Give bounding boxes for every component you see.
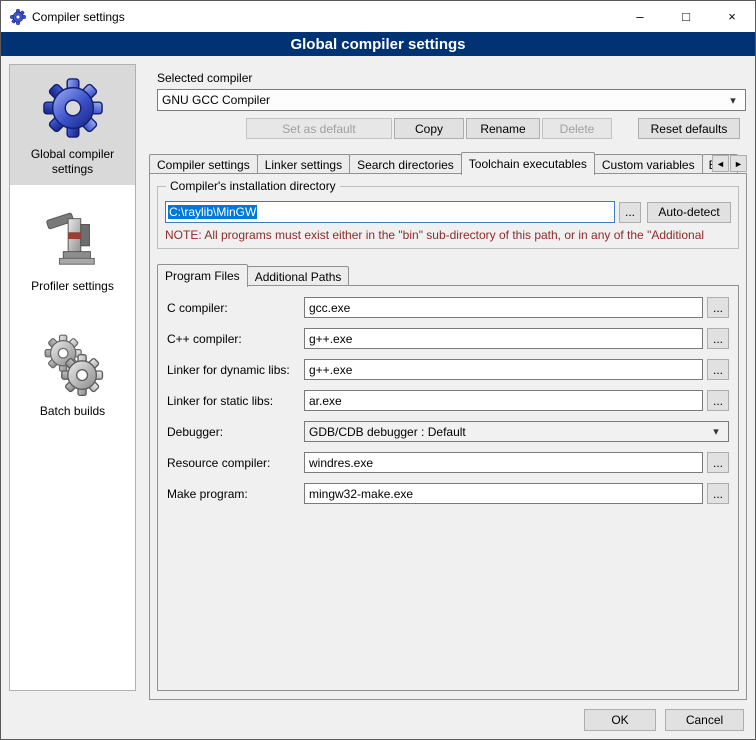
app-gear-icon [10,9,26,25]
debugger-select-value: GDB/CDB debugger : Default [309,425,466,439]
chevron-down-icon: ▾ [725,94,741,107]
cancel-button[interactable]: Cancel [665,709,744,731]
sidebar-item-label: Batch builds [12,404,133,419]
selected-compiler-label: Selected compiler [157,71,747,85]
sidebar-item-label: Global compiler settings [12,147,133,177]
sidebar-item-batch-builds[interactable]: Batch builds [10,322,135,427]
page-title: Global compiler settings [1,32,755,56]
program-files-panel: C compiler: ... C++ compiler: ... Linker… [157,285,739,691]
form-row: Linker for dynamic libs: ... [167,359,729,380]
window-controls: – □ × [617,1,755,32]
subtab-program-files[interactable]: Program Files [157,264,248,287]
installation-directory-input[interactable]: C:\raylib\MinGW [165,201,615,223]
installation-directory-row: C:\raylib\MinGW ... Auto-detect [165,201,731,223]
bin-subdirectory-note: NOTE: All programs must exist either in … [165,228,731,242]
c-compiler-browse-button[interactable]: ... [707,297,729,318]
dynamic-linker-browse-button[interactable]: ... [707,359,729,380]
tab-scroll-buttons: ◄ ► [711,155,747,172]
form-row: Linker for static libs: ... [167,390,729,411]
tab-toolchain-executables[interactable]: Toolchain executables [461,152,595,175]
form-row: Make program: ... [167,483,729,504]
tab-custom-variables[interactable]: Custom variables [594,154,703,174]
set-as-default-button[interactable]: Set as default [246,118,392,139]
sidebar-item-profiler-settings[interactable]: Profiler settings [10,197,135,302]
sidebar-item-global-compiler-settings[interactable]: Global compiler settings [10,65,135,185]
maximize-button[interactable]: □ [663,1,709,32]
sidebar-item-label: Profiler settings [12,279,133,294]
dynamic-linker-input[interactable] [304,359,703,380]
make-program-input[interactable] [304,483,703,504]
dynamic-linker-label: Linker for dynamic libs: [167,363,304,377]
installation-directory-group-title: Compiler's installation directory [166,179,340,193]
compiler-select[interactable]: GNU GCC Compiler ▾ [157,89,746,111]
cpp-compiler-label: C++ compiler: [167,332,304,346]
chevron-down-icon: ▾ [708,425,724,438]
blue-gear-icon [42,77,104,139]
resource-compiler-input[interactable] [304,452,703,473]
minimize-button[interactable]: – [617,1,663,32]
make-program-label: Make program: [167,487,304,501]
form-row: C++ compiler: ... [167,328,729,349]
settings-tabstrip: Compiler settings Linker settings Search… [149,151,747,174]
form-row: Debugger: GDB/CDB debugger : Default ▾ [167,421,729,442]
global-compiler-settings-pane: Selected compiler GNU GCC Compiler ▾ Set… [146,64,747,739]
debugger-select[interactable]: GDB/CDB debugger : Default ▾ [304,421,729,442]
static-linker-input[interactable] [304,390,703,411]
compiler-settings-dialog: Compiler settings – □ × Global compiler … [0,0,756,740]
installation-directory-group: Compiler's installation directory C:\ray… [157,186,739,249]
debugger-label: Debugger: [167,425,304,439]
compiler-actions: Set as default Copy Rename Delete Reset … [146,118,740,139]
tab-scroll-right-icon[interactable]: ► [730,155,747,172]
installation-directory-browse-button[interactable]: ... [619,202,641,223]
cpp-compiler-input[interactable] [304,328,703,349]
profiler-tool-icon [42,209,104,271]
window-title: Compiler settings [32,10,125,24]
tab-scroll-left-icon[interactable]: ◄ [712,155,729,172]
static-linker-label: Linker for static libs: [167,394,304,408]
resource-compiler-label: Resource compiler: [167,456,304,470]
titlebar: Compiler settings – □ × [1,1,755,32]
tab-linker-settings[interactable]: Linker settings [257,154,350,174]
rename-button[interactable]: Rename [466,118,540,139]
resource-compiler-browse-button[interactable]: ... [707,452,729,473]
c-compiler-input[interactable] [304,297,703,318]
toolchain-executables-panel: Compiler's installation directory C:\ray… [149,173,747,700]
delete-button[interactable]: Delete [542,118,612,139]
installation-directory-value: C:\raylib\MinGW [168,205,257,219]
compiler-select-value: GNU GCC Compiler [162,93,270,107]
program-files-tabstrip: Program Files Additional Paths [157,263,739,286]
copy-button[interactable]: Copy [394,118,464,139]
form-row: Resource compiler: ... [167,452,729,473]
c-compiler-label: C compiler: [167,301,304,315]
make-program-browse-button[interactable]: ... [707,483,729,504]
close-button[interactable]: × [709,1,755,32]
reset-defaults-button[interactable]: Reset defaults [638,118,740,139]
subtab-additional-paths[interactable]: Additional Paths [247,266,350,286]
tab-search-directories[interactable]: Search directories [349,154,462,174]
static-linker-browse-button[interactable]: ... [707,390,729,411]
ok-button[interactable]: OK [584,709,656,731]
cpp-compiler-browse-button[interactable]: ... [707,328,729,349]
gray-gears-icon [42,334,104,396]
tab-compiler-settings[interactable]: Compiler settings [149,154,258,174]
form-row: C compiler: ... [167,297,729,318]
dialog-footer: OK Cancel [584,709,744,731]
auto-detect-button[interactable]: Auto-detect [647,202,731,223]
settings-category-sidebar: Global compiler settings Profiler settin… [9,64,136,691]
